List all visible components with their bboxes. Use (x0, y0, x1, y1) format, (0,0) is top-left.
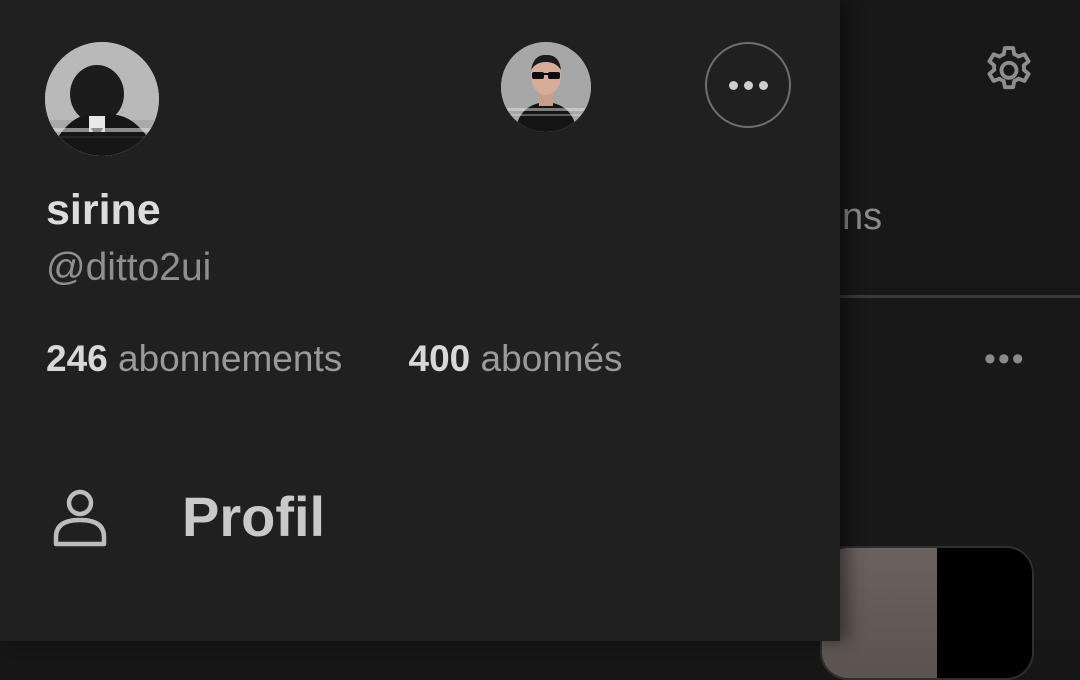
person-icon (50, 484, 110, 548)
avatar[interactable] (45, 42, 159, 156)
followers-count: 400 (408, 338, 471, 379)
profile-name[interactable]: sirine (46, 186, 161, 235)
more-horizontal-icon[interactable]: ••• (984, 340, 1026, 379)
divider (840, 295, 1080, 298)
more-horizontal-icon-dot (758, 80, 768, 90)
gear-icon[interactable] (980, 42, 1038, 100)
more-options-button[interactable] (705, 42, 791, 128)
followers-link[interactable]: 400 abonnés (409, 338, 623, 380)
following-count: 246 (46, 338, 108, 379)
followers-label: abonnés (480, 338, 623, 379)
following-label: abonnements (118, 338, 343, 379)
media-image (937, 548, 1032, 678)
navigation-drawer: sirine @ditto2ui 246 abonnements 400 abo… (0, 0, 840, 641)
more-horizontal-icon (728, 80, 738, 90)
menu-item-label: Profil (182, 484, 326, 548)
menu-item-profile[interactable]: Profil (50, 476, 750, 556)
profile-stats: 246 abonnements 400 abonnés (46, 338, 623, 380)
media-preview (820, 546, 1034, 680)
following-link[interactable]: 246 abonnements (46, 338, 342, 380)
background-tab-label: ns (842, 196, 883, 238)
account-switcher-avatar[interactable] (501, 42, 591, 132)
more-horizontal-icon-dot (743, 80, 753, 90)
profile-handle[interactable]: @ditto2ui (46, 246, 211, 290)
